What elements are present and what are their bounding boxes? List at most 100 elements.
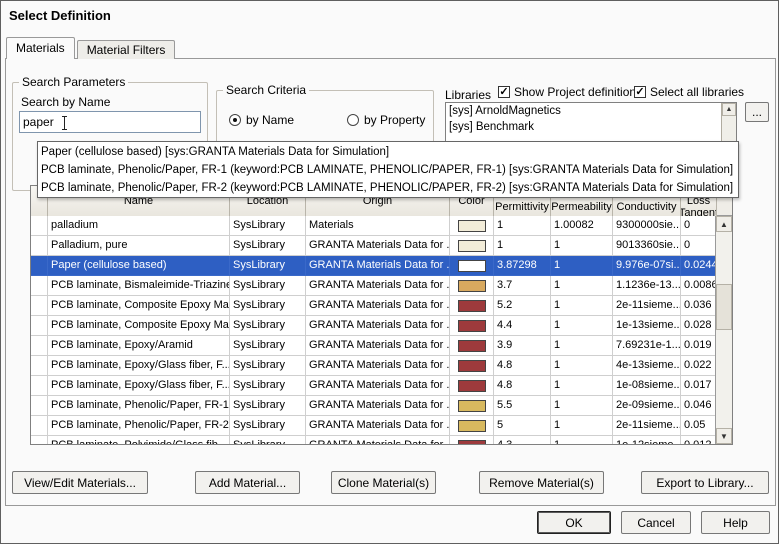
cell-conductivity[interactable]: 2e-11sieme... [613, 296, 681, 316]
cell-location[interactable]: SysLibrary [230, 396, 306, 416]
export-to-library-button[interactable]: Export to Library... [641, 471, 769, 494]
row-selector[interactable] [31, 256, 48, 276]
cell-name[interactable]: PCB laminate, Bismaleimide-Triazine [48, 276, 230, 296]
ok-button[interactable]: OK [537, 511, 611, 534]
table-row[interactable]: PCB laminate, Composite Epoxy Ma... SysLi… [31, 296, 717, 316]
row-selector[interactable] [31, 356, 48, 376]
show-project-definitions-checkbox[interactable]: ✓ Show Project definitions [498, 85, 642, 99]
row-selector[interactable] [31, 216, 48, 236]
cell-location[interactable]: SysLibrary [230, 216, 306, 236]
cell-origin[interactable]: GRANTA Materials Data for ... [306, 376, 450, 396]
cell-location[interactable]: SysLibrary [230, 376, 306, 396]
cell-permeability[interactable]: 1 [551, 416, 613, 436]
table-row[interactable]: PCB laminate, Epoxy/Aramid SysLibrary GRAN… [31, 336, 717, 356]
cell-permeability[interactable]: 1 [551, 396, 613, 416]
cell-origin[interactable]: GRANTA Materials Data for ... [306, 436, 450, 444]
cell-color[interactable] [450, 396, 494, 416]
cell-loss[interactable]: 0.028 [681, 316, 717, 336]
cell-conductivity[interactable]: 2e-11sieme... [613, 416, 681, 436]
cell-permeability[interactable]: 1 [551, 356, 613, 376]
add-material-button[interactable]: Add Material... [195, 471, 300, 494]
table-row[interactable]: PCB laminate, Bismaleimide-Triazine SysLi… [31, 276, 717, 296]
cell-loss[interactable]: 0.036 [681, 296, 717, 316]
cell-name[interactable]: PCB laminate, Composite Epoxy Ma... [48, 316, 230, 336]
row-selector[interactable] [31, 336, 48, 356]
cell-location[interactable]: SysLibrary [230, 256, 306, 276]
row-selector[interactable] [31, 236, 48, 256]
cell-permeability[interactable]: 1 [551, 296, 613, 316]
cell-name[interactable]: PCB laminate, Composite Epoxy Ma... [48, 296, 230, 316]
cell-name[interactable]: Paper (cellulose based) [48, 256, 230, 276]
cell-permittivity[interactable]: 5 [494, 416, 551, 436]
cell-loss[interactable]: 0 [681, 236, 717, 256]
table-vertical-scrollbar[interactable]: ▲ ▼ [715, 216, 732, 444]
cell-color[interactable] [450, 376, 494, 396]
suggestion-item[interactable]: PCB laminate, Phenolic/Paper, FR-2 (keyw… [38, 179, 738, 197]
cell-loss[interactable]: 0.046 [681, 396, 717, 416]
tab-materials[interactable]: Materials [6, 37, 75, 59]
view-edit-materials-button[interactable]: View/Edit Materials... [12, 471, 148, 494]
cell-name[interactable]: PCB laminate, Epoxy/Aramid [48, 336, 230, 356]
cell-location[interactable]: SysLibrary [230, 416, 306, 436]
cell-origin[interactable]: GRANTA Materials Data for ... [306, 236, 450, 256]
cell-loss[interactable]: 0 [681, 216, 717, 236]
cell-color[interactable] [450, 416, 494, 436]
scroll-down-icon[interactable]: ▼ [716, 428, 732, 444]
table-row[interactable]: PCB laminate, Epoxy/Glass fiber, F... Sys… [31, 356, 717, 376]
cell-conductivity[interactable]: 9.976e-07si... [613, 256, 681, 276]
cell-origin[interactable]: GRANTA Materials Data for ... [306, 416, 450, 436]
cell-permeability[interactable]: 1 [551, 316, 613, 336]
cell-permeability[interactable]: 1 [551, 256, 613, 276]
cell-color[interactable] [450, 296, 494, 316]
library-item[interactable]: [sys] Benchmark [446, 119, 721, 135]
table-row[interactable]: PCB laminate, Polyimide/Glass fib...SysL… [31, 436, 717, 444]
cell-conductivity[interactable]: 9300000sie... [613, 216, 681, 236]
cell-color[interactable] [450, 336, 494, 356]
cell-permittivity[interactable]: 3.7 [494, 276, 551, 296]
cell-conductivity[interactable]: 1e-13sieme... [613, 316, 681, 336]
table-row[interactable]: Palladium, pure SysLibrary GRANTA Material… [31, 236, 717, 256]
cell-loss[interactable]: 0.012 [681, 436, 717, 444]
cell-origin[interactable]: GRANTA Materials Data for ... [306, 296, 450, 316]
cell-color[interactable] [450, 236, 494, 256]
cell-location[interactable]: SysLibrary [230, 436, 306, 444]
cell-permittivity[interactable]: 5.2 [494, 296, 551, 316]
cell-permittivity[interactable]: 5.5 [494, 396, 551, 416]
cell-origin[interactable]: GRANTA Materials Data for ... [306, 356, 450, 376]
search-by-name-input[interactable]: paper [19, 111, 201, 133]
table-row[interactable]: PCB laminate, Phenolic/Paper, FR-1 SysLib… [31, 396, 717, 416]
cell-permittivity[interactable]: 4.8 [494, 356, 551, 376]
table-row[interactable]: palladium SysLibrary Materials 1 1.00082 9300… [31, 216, 717, 236]
cell-conductivity[interactable]: 4e-13sieme... [613, 356, 681, 376]
cell-permeability[interactable]: 1.00082 [551, 216, 613, 236]
cell-origin[interactable]: Materials [306, 216, 450, 236]
radio-option-by-name[interactable]: by Name [229, 113, 294, 127]
cell-permeability[interactable]: 1 [551, 436, 613, 444]
cell-color[interactable] [450, 216, 494, 236]
tab-material-filters[interactable]: Material Filters [76, 40, 176, 59]
cell-permittivity[interactable]: 3.9 [494, 336, 551, 356]
cell-conductivity[interactable]: 1.1236e-13... [613, 276, 681, 296]
row-selector[interactable] [31, 296, 48, 316]
cell-location[interactable]: SysLibrary [230, 316, 306, 336]
cell-name[interactable]: Palladium, pure [48, 236, 230, 256]
table-row[interactable]: PCB laminate, Composite Epoxy Ma... SysLi… [31, 316, 717, 336]
cell-origin[interactable]: GRANTA Materials Data for ... [306, 336, 450, 356]
cell-name[interactable]: PCB laminate, Phenolic/Paper, FR-1 [48, 396, 230, 416]
cell-color[interactable] [450, 316, 494, 336]
row-selector[interactable] [31, 316, 48, 336]
cell-origin[interactable]: GRANTA Materials Data for ... [306, 316, 450, 336]
table-row[interactable]: PCB laminate, Epoxy/Glass fiber, F... Sys… [31, 376, 717, 396]
cell-permittivity[interactable]: 3.87298 [494, 256, 551, 276]
library-item[interactable]: [sys] ArnoldMagnetics [446, 103, 721, 119]
cell-location[interactable]: SysLibrary [230, 296, 306, 316]
scroll-up-icon[interactable]: ▲ [716, 216, 732, 232]
cell-name[interactable]: PCB laminate, Polyimide/Glass fib... [48, 436, 230, 444]
cell-permittivity[interactable]: 4.3 [494, 436, 551, 444]
radio-option-by-property[interactable]: by Property [347, 113, 425, 127]
cell-loss[interactable]: 0.05 [681, 416, 717, 436]
cell-color[interactable] [450, 276, 494, 296]
cell-conductivity[interactable]: 1e-12sieme... [613, 436, 681, 444]
row-selector[interactable] [31, 416, 48, 436]
help-button[interactable]: Help [701, 511, 770, 534]
